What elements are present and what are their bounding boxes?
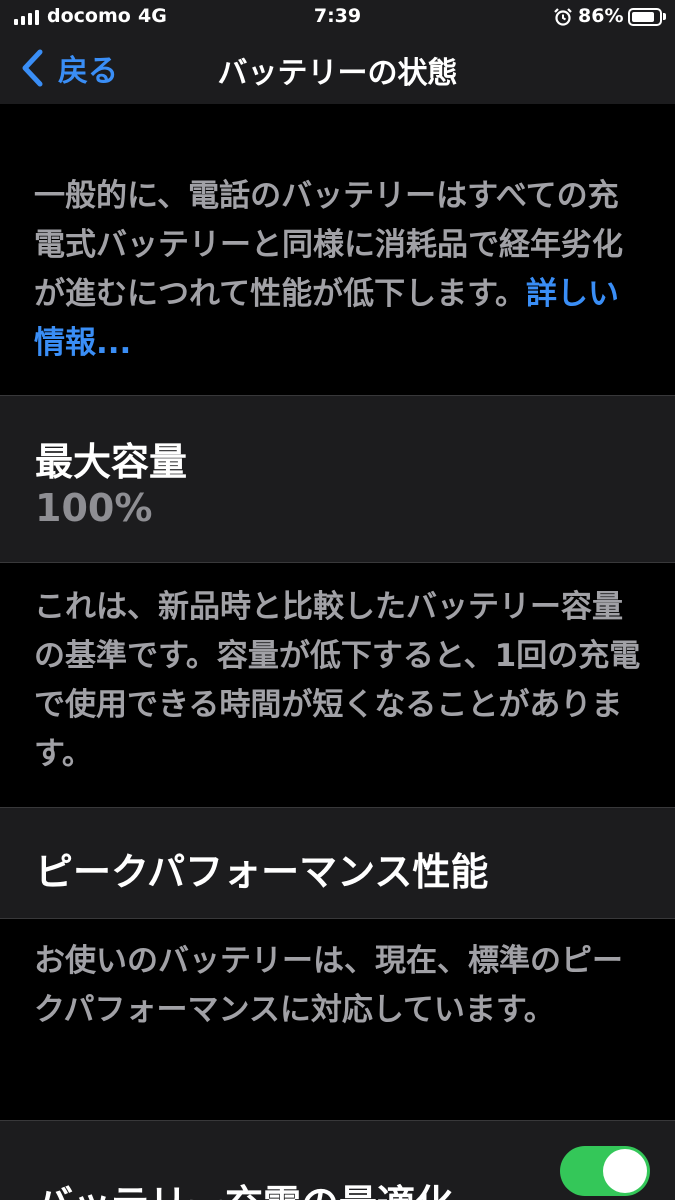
max-capacity-cell: 最大容量 100% — [0, 395, 675, 563]
battery-percent: 86% — [578, 5, 624, 27]
optimized-charging-toggle[interactable] — [560, 1146, 650, 1196]
peak-performance-cell: ピークパフォーマンス性能 — [0, 807, 675, 919]
battery-health-screen: docomo 4G 7:39 86% 戻る バッテリーの状態 一般的に、電話のバ… — [0, 0, 675, 1200]
alarm-clock-icon — [554, 8, 572, 26]
toggle-knob — [603, 1149, 647, 1193]
max-capacity-value: 100% — [35, 486, 153, 530]
max-capacity-title: 最大容量 — [35, 440, 188, 484]
max-capacity-description: これは、新品時と比較したバッテリー容量の基準です。容量が低下すると、1回の充電で… — [0, 583, 675, 779]
battery-level-fill — [632, 12, 654, 22]
optimized-charging-title: バッテリー充電の最適化 — [35, 1173, 453, 1200]
clock: 7:39 — [313, 5, 362, 27]
peak-performance-title: ピークパフォーマンス性能 — [35, 850, 489, 894]
battery-icon — [628, 8, 662, 26]
intro-description: 一般的に、電話のバッテリーはすべての充電式バッテリーと同様に消耗品で経年劣化が進… — [0, 172, 675, 368]
optimized-charging-cell: バッテリー充電の最適化 — [0, 1120, 675, 1200]
page-title: バッテリーの状態 — [217, 56, 458, 91]
navigation-bar: 戻る バッテリーの状態 — [0, 34, 675, 104]
battery-nub — [663, 13, 666, 20]
status-bar: docomo 4G 7:39 86% — [0, 0, 675, 34]
peak-performance-description: お使いのバッテリーは、現在、標準のピークパフォーマンスに対応しています。 — [0, 937, 675, 1035]
